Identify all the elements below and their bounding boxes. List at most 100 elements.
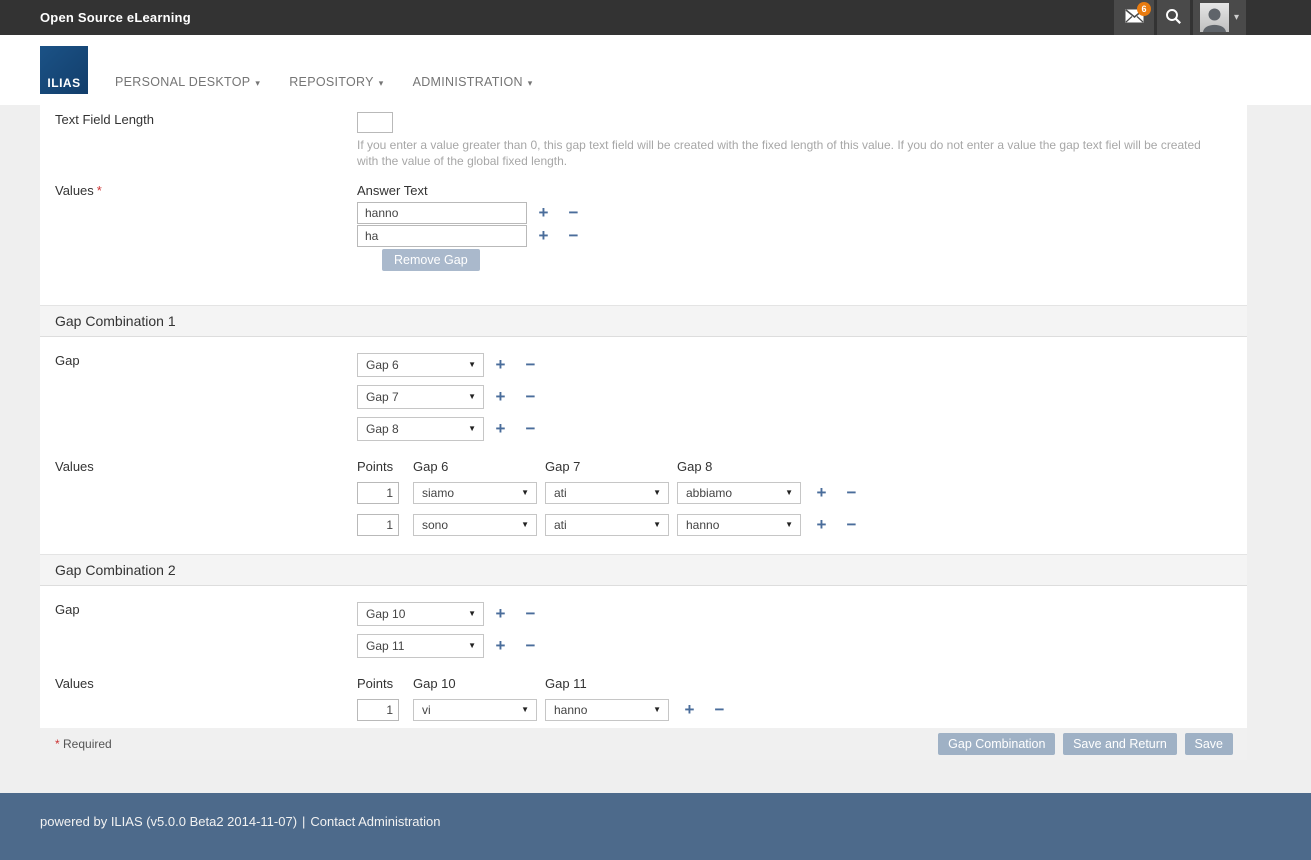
gap-select[interactable]: Gap 8▼ [357, 417, 484, 441]
remove-gap-icon[interactable]: − [524, 420, 537, 437]
footer-powered-by: powered by ILIAS (v5.0.0 Beta2 2014-11-0… [40, 814, 297, 829]
values-row: Values* Answer Text + − + − Remove Gap [40, 183, 1247, 271]
remove-value-row-icon[interactable]: − [713, 701, 726, 718]
add-gap-icon[interactable]: + [494, 605, 507, 622]
select-arrow-icon: ▼ [521, 705, 529, 714]
gap-select[interactable]: Gap 7▼ [357, 385, 484, 409]
add-gap-icon[interactable]: + [494, 637, 507, 654]
remove-gap-button[interactable]: Remove Gap [382, 249, 480, 271]
text-field-length-input[interactable] [357, 112, 393, 133]
value-select[interactable]: abbiamo▼ [677, 482, 801, 504]
remove-gap-icon[interactable]: − [524, 356, 537, 373]
value-row: sono▼ ati▼ hanno▼ + − [357, 514, 858, 536]
gap-select[interactable]: Gap 11▼ [357, 634, 484, 658]
contact-administration-link[interactable]: Contact Administration [310, 814, 440, 829]
value-select[interactable]: ati▼ [545, 514, 669, 536]
value-select[interactable]: hanno▼ [545, 699, 669, 721]
select-arrow-icon: ▼ [653, 520, 661, 529]
nav-item-administration[interactable]: ADMINISTRATION▾ [413, 75, 533, 105]
form-panel: Text Field Length If you enter a value g… [40, 105, 1247, 760]
values-label: Values [40, 459, 357, 546]
values-table-header: Points Gap 6 Gap 7 Gap 8 [357, 459, 858, 474]
topbar-icon-group: 6 [1111, 0, 1246, 35]
remove-answer-icon[interactable]: − [567, 204, 580, 221]
add-gap-icon[interactable]: + [494, 356, 507, 373]
add-answer-icon[interactable]: + [537, 227, 550, 244]
caret-down-icon: ▾ [255, 78, 260, 88]
gap-select[interactable]: Gap 10▼ [357, 602, 484, 626]
select-arrow-icon: ▼ [468, 609, 476, 618]
search-button[interactable] [1157, 0, 1190, 35]
value-column-header: Gap 7 [545, 459, 677, 474]
gap-label: Gap [40, 353, 357, 449]
gap-combination-2-header: Gap Combination 2 [40, 554, 1247, 586]
select-arrow-icon: ▼ [521, 488, 529, 497]
value-select[interactable]: sono▼ [413, 514, 537, 536]
value-row: siamo▼ ati▼ abbiamo▼ + − [357, 482, 858, 504]
required-asterisk: * [55, 737, 60, 751]
gap-selects-row: Gap Gap 6▼ + − Gap 7▼ + − Gap 8▼ + − [40, 337, 1247, 449]
caret-down-icon: ▾ [1234, 12, 1239, 23]
main-navbar: ILIAS PERSONAL DESKTOP▾ REPOSITORY▾ ADMI… [0, 35, 1311, 105]
answer-row: + − [357, 225, 580, 247]
gap-combination-button[interactable]: Gap Combination [938, 733, 1055, 755]
text-field-length-label: Text Field Length [40, 112, 357, 170]
select-arrow-icon: ▼ [468, 392, 476, 401]
save-button[interactable]: Save [1185, 733, 1234, 755]
value-column-header: Gap 6 [413, 459, 545, 474]
select-arrow-icon: ▼ [653, 488, 661, 497]
select-arrow-icon: ▼ [468, 424, 476, 433]
answer-input[interactable] [357, 225, 527, 247]
add-value-row-icon[interactable]: + [683, 701, 696, 718]
value-select[interactable]: siamo▼ [413, 482, 537, 504]
footer-separator: | [302, 814, 305, 829]
remove-value-row-icon[interactable]: − [845, 484, 858, 501]
add-value-row-icon[interactable]: + [815, 516, 828, 533]
nav-item-repository[interactable]: REPOSITORY▾ [289, 75, 383, 105]
remove-gap-icon[interactable]: − [524, 637, 537, 654]
mail-button[interactable]: 6 [1114, 0, 1154, 35]
add-gap-icon[interactable]: + [494, 388, 507, 405]
add-value-row-icon[interactable]: + [815, 484, 828, 501]
search-icon [1165, 8, 1182, 28]
combination-values-row: Values Points Gap 6 Gap 7 Gap 8 siamo▼ a… [40, 459, 1247, 546]
caret-down-icon: ▾ [528, 78, 533, 88]
points-input[interactable] [357, 699, 399, 721]
remove-answer-icon[interactable]: − [567, 227, 580, 244]
value-select[interactable]: hanno▼ [677, 514, 801, 536]
save-and-return-button[interactable]: Save and Return [1063, 733, 1177, 755]
remove-gap-icon[interactable]: − [524, 388, 537, 405]
add-answer-icon[interactable]: + [537, 204, 550, 221]
required-note: * Required [55, 737, 112, 751]
select-arrow-icon: ▼ [468, 641, 476, 650]
value-column-header: Gap 8 [677, 459, 809, 474]
add-gap-icon[interactable]: + [494, 420, 507, 437]
topbar: Open Source eLearning 6 [0, 0, 1311, 35]
user-menu-button[interactable]: ▾ [1193, 0, 1246, 35]
answer-row: + − [357, 202, 580, 224]
gap-select[interactable]: Gap 6▼ [357, 353, 484, 377]
mail-count-badge: 6 [1137, 2, 1151, 16]
select-arrow-icon: ▼ [521, 520, 529, 529]
command-bar: * Required Gap Combination Save and Retu… [40, 728, 1247, 760]
remove-value-row-icon[interactable]: − [845, 516, 858, 533]
answer-input[interactable] [357, 202, 527, 224]
nav-links: PERSONAL DESKTOP▾ REPOSITORY▾ ADMINISTRA… [115, 75, 562, 105]
text-field-length-help: If you enter a value greater than 0, thi… [357, 138, 1225, 170]
points-header: Points [357, 676, 413, 691]
select-arrow-icon: ▼ [468, 360, 476, 369]
value-select[interactable]: vi▼ [413, 699, 537, 721]
points-input[interactable] [357, 482, 399, 504]
ilias-logo[interactable]: ILIAS [40, 46, 88, 94]
nav-item-personal-desktop[interactable]: PERSONAL DESKTOP▾ [115, 75, 260, 105]
select-arrow-icon: ▼ [785, 488, 793, 497]
gap-combination-1-header: Gap Combination 1 [40, 305, 1247, 337]
remove-gap-icon[interactable]: − [524, 605, 537, 622]
value-select[interactable]: ati▼ [545, 482, 669, 504]
gap-selects-row: Gap Gap 10▼ + − Gap 11▼ + − [40, 586, 1247, 666]
value-column-header: Gap 11 [545, 676, 677, 691]
points-header: Points [357, 459, 413, 474]
values-table-header: Points Gap 10 Gap 11 [357, 676, 726, 691]
value-column-header: Gap 10 [413, 676, 545, 691]
points-input[interactable] [357, 514, 399, 536]
